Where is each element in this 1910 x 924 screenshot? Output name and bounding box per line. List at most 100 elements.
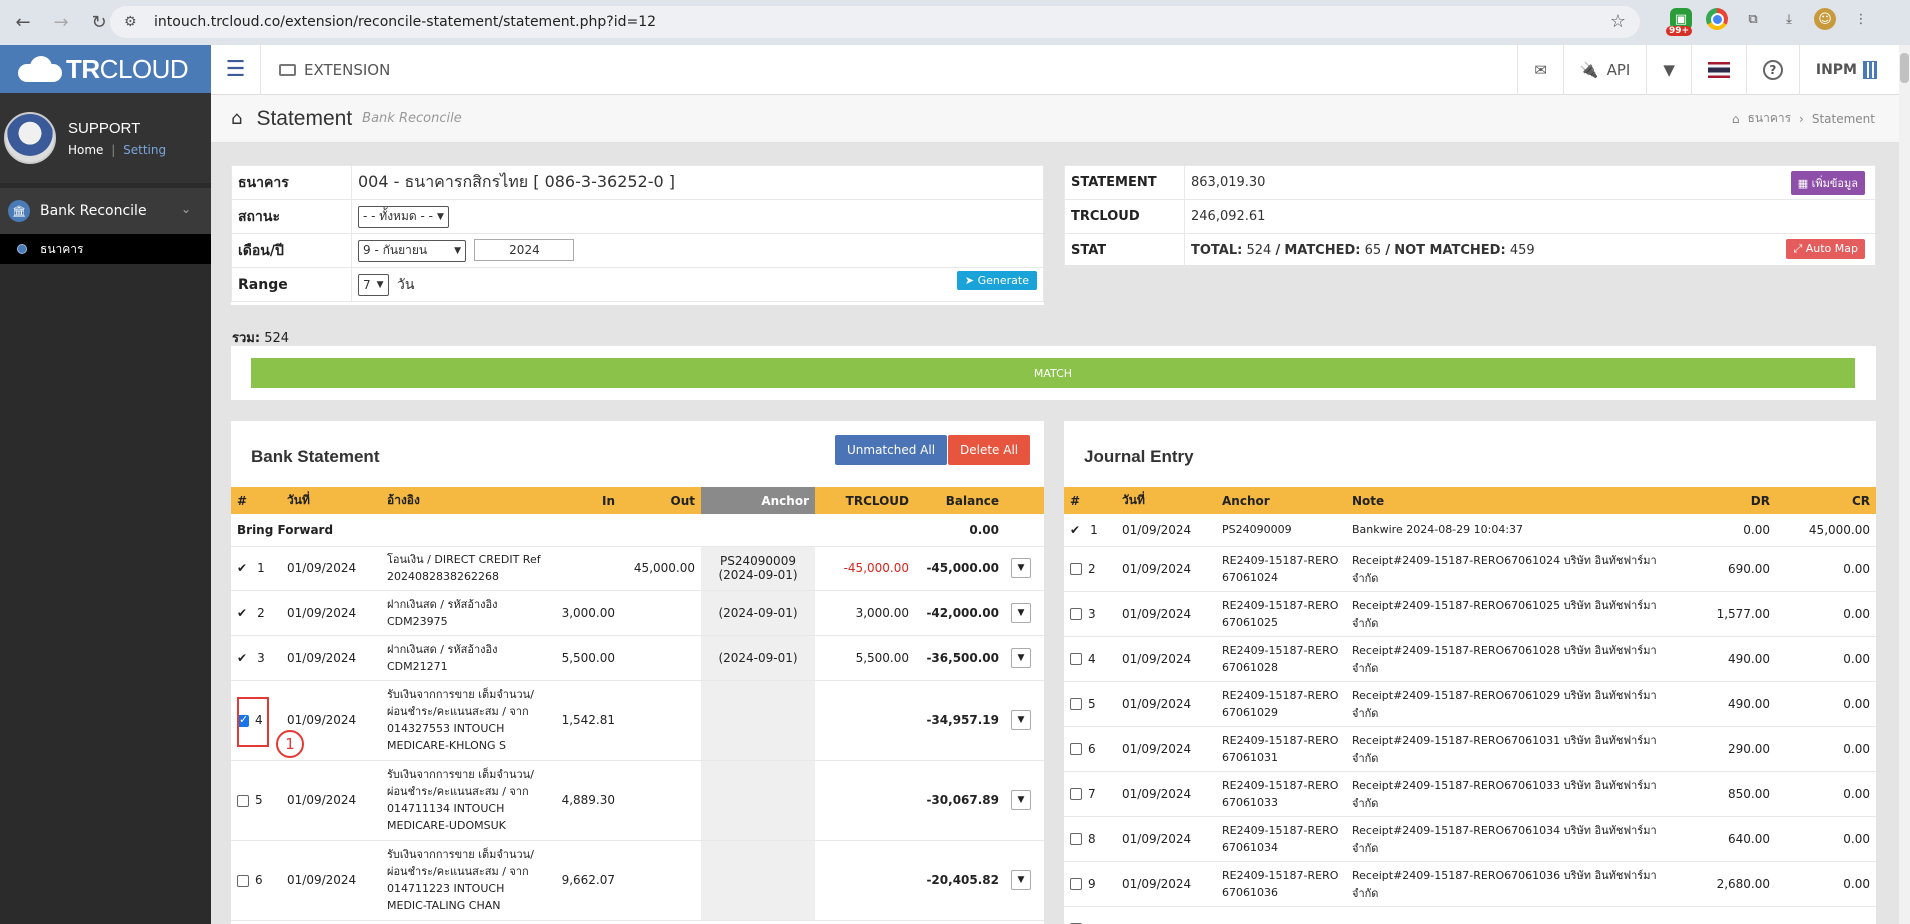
extensions-puzzle-icon[interactable]: ⧉ (1742, 8, 1764, 30)
home-icon[interactable]: ⌂ (231, 108, 242, 129)
row-trcloud (815, 680, 915, 761)
row-checkbox[interactable] (1070, 788, 1082, 800)
row-checkbox[interactable] (1070, 608, 1082, 620)
language-button[interactable] (1690, 45, 1746, 95)
row-dropdown-button[interactable]: ▼ (1011, 602, 1031, 623)
col-no: # (231, 487, 281, 514)
row-note: Bankwire 2024-08-29 10:04:37 (1346, 514, 1676, 547)
row-dropdown-button[interactable]: ▼ (1011, 870, 1031, 890)
row-anchor[interactable]: (2024-09-01) (701, 590, 815, 636)
row-marker-cell[interactable]: 5 (1064, 681, 1116, 727)
avatar[interactable] (4, 112, 56, 164)
row-marker-cell[interactable]: 8 (1064, 816, 1116, 862)
bring-forward-row: Bring Forward 0.00 (231, 514, 1044, 547)
setting-link[interactable]: Setting (123, 143, 166, 157)
sidebar-item-bank-reconcile[interactable]: 🏛 Bank Reconcile ⌄ (0, 188, 211, 234)
site-settings-icon[interactable]: ⚙ (124, 14, 140, 30)
row-checkbox[interactable] (1070, 563, 1082, 575)
annotation-marker: 1 (276, 730, 304, 758)
row-anchor[interactable] (701, 840, 815, 921)
row-number: 4 (1088, 651, 1096, 666)
trcloud-label: TRCLOUD (1064, 199, 1185, 234)
row-dr (1676, 906, 1776, 924)
row-anchor[interactable] (701, 760, 815, 841)
status-select[interactable]: - - ทั้งหมด - - ▼ (358, 205, 449, 228)
row-checkbox[interactable] (237, 794, 249, 807)
forward-icon[interactable]: → (46, 8, 76, 38)
auto-map-button[interactable]: ⤢ Auto Map (1786, 239, 1865, 259)
delete-all-button[interactable]: Delete All (948, 435, 1031, 465)
kebab-menu-icon[interactable]: ⋮ (1850, 8, 1872, 30)
mail-button[interactable]: ✉ (1517, 45, 1563, 95)
row-out (621, 590, 701, 636)
row-anchor: RE2409-15187-RERO67061033 (1216, 771, 1346, 817)
total-value: 524 (1246, 243, 1272, 258)
row-anchor[interactable]: PS24090009 (2024-09-01) (701, 546, 815, 591)
breadcrumb-item-bank[interactable]: ธนาคาร (1748, 109, 1791, 128)
month-select[interactable]: 9 - กันยายน ▼ (358, 239, 466, 262)
row-marker-cell[interactable]: 5 (231, 760, 281, 841)
row-marker-cell[interactable]: 4 (1064, 636, 1116, 682)
year-input[interactable]: 2024 (474, 239, 575, 262)
page-scrollbar[interactable] (1899, 45, 1910, 924)
row-marker-cell[interactable]: 6 (231, 840, 281, 921)
logo-bar[interactable]: TRCLOUD (0, 45, 211, 93)
row-number: 7 (1088, 786, 1096, 801)
generate-button[interactable]: ➤ Generate (956, 271, 1037, 290)
row-action-cell: ▼ (1005, 635, 1044, 681)
breadcrumb-home-icon[interactable]: ⌂ (1732, 112, 1740, 126)
row-marker-cell[interactable]: 7 (1064, 771, 1116, 817)
matched-label: MATCHED: (1284, 243, 1361, 258)
dropdown-button[interactable]: ▼ (1646, 45, 1691, 95)
row-dropdown-button[interactable]: ▼ (1011, 647, 1031, 668)
row-marker-cell[interactable]: 2 (1064, 546, 1116, 592)
sidebar-subitem-label: ธนาคาร (40, 241, 84, 256)
extension-green-icon[interactable]: ▣ 99+ (1666, 8, 1693, 36)
row-checkbox[interactable] (237, 874, 249, 887)
row-marker-cell[interactable]: 6 (1064, 726, 1116, 772)
row-date: 01/09/2024 (281, 840, 381, 921)
help-button[interactable]: ? (1745, 45, 1799, 95)
unmatched-all-button[interactable]: Unmatched All (835, 435, 948, 465)
row-dropdown-button[interactable]: ▼ (1011, 790, 1031, 810)
trcloud-value: 246,092.61 (1184, 199, 1876, 234)
add-data-button[interactable]: ▦ เพิ่มข้อมูล (1790, 171, 1865, 195)
row-marker-cell[interactable]: 9 (1064, 861, 1116, 907)
url-text[interactable]: intouch.trcloud.co/extension/reconcile-s… (154, 14, 656, 30)
download-icon[interactable]: ⤓ (1778, 8, 1800, 30)
bookmark-star-icon[interactable]: ☆ (1610, 11, 1626, 32)
sidebar-subitem-bank[interactable]: ธนาคาร (0, 234, 211, 264)
row-anchor: RE2409-15187-RERO67061031 (1216, 726, 1346, 772)
row-marker-cell[interactable]: 3 (1064, 591, 1116, 637)
row-dropdown-button[interactable]: ▼ (1011, 710, 1031, 730)
profile-avatar-icon[interactable]: ☺ (1814, 8, 1836, 30)
row-checkbox[interactable] (1070, 743, 1082, 755)
row-dropdown-button[interactable]: ▼ (1011, 558, 1031, 578)
scroll-thumb[interactable] (1900, 53, 1909, 83)
row-number: 1 (257, 561, 265, 575)
breadcrumb-item-statement: Statement (1811, 111, 1875, 126)
address-bar[interactable]: ⚙ intouch.trcloud.co/extension/reconcile… (110, 6, 1640, 38)
row-checkbox[interactable] (1070, 698, 1082, 710)
row-anchor[interactable] (701, 680, 815, 761)
home-link[interactable]: Home (68, 143, 103, 157)
row-checkbox[interactable] (1070, 833, 1082, 845)
row-marker-cell[interactable]: 10 (1064, 906, 1116, 924)
back-icon[interactable]: ← (8, 8, 38, 38)
table-row: 401/09/2024รับเงินจากการขาย เต็มจำนวน/ผ่… (231, 680, 1044, 761)
hamburger-menu-icon[interactable]: ☰ (211, 44, 261, 95)
row-anchor: RE2409-15187-RERO67061034 (1216, 816, 1346, 862)
api-button[interactable]: 🔌 API (1562, 45, 1646, 95)
extension-link[interactable]: EXTENSION (279, 61, 390, 79)
row-anchor[interactable]: (2024-09-01) (701, 635, 815, 681)
user-name: SUPPORT (68, 119, 141, 137)
row-note: Receipt#2409-15187-RERO67061036 บริษัท อ… (1346, 861, 1676, 907)
row-checkbox[interactable] (1070, 653, 1082, 665)
row-action-cell: ▼ (1005, 840, 1044, 921)
range-select[interactable]: 7 ▼ (358, 273, 389, 296)
company-button[interactable]: INPM (1798, 45, 1899, 95)
match-progress-bar[interactable]: MATCH (251, 358, 1855, 388)
col-date: วันที่ (281, 487, 381, 514)
row-checkbox[interactable] (1070, 878, 1082, 890)
extension-color-icon[interactable] (1706, 8, 1728, 30)
